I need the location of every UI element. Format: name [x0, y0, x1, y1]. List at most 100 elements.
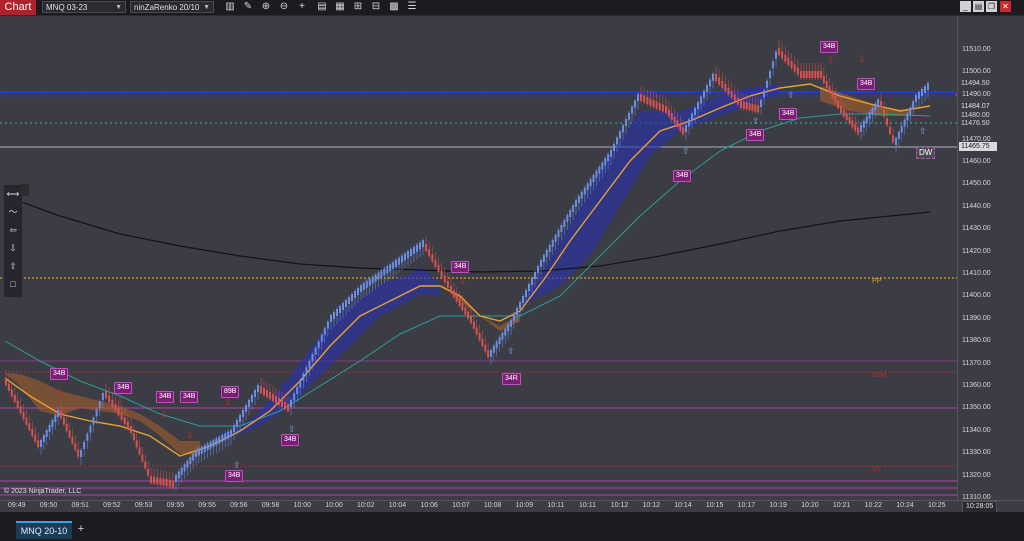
freehand-icon[interactable]: 〜: [4, 203, 22, 221]
pencil-icon[interactable]: ✎: [242, 1, 254, 13]
bar-type-selector[interactable]: ninZaRenko 20/10 ▼: [130, 1, 214, 13]
arrow-down-icon[interactable]: ⇩: [4, 239, 22, 257]
close-button[interactable]: ✕: [1000, 1, 1011, 12]
time-tick-label: 10:14: [674, 502, 692, 509]
indicators-icon[interactable]: ⊟: [370, 1, 382, 13]
sell-arrow-icon: ⇩: [858, 54, 866, 64]
time-tick-label: 09:55: [198, 502, 216, 509]
crosshair-icon[interactable]: +: [296, 1, 308, 13]
buy-arrow-icon: ⇧: [752, 116, 760, 126]
time-tick-label: 10:17: [737, 502, 756, 509]
chevron-down-icon: ▼: [115, 4, 122, 11]
data-box-icon[interactable]: ▤: [316, 1, 328, 13]
price-tick-label: 11370.00: [962, 359, 991, 367]
time-tick-label: 10:00: [325, 502, 343, 509]
signal-label: 34B: [156, 391, 175, 403]
time-axis[interactable]: 09:49 09:50 09:51 09:52 09:53 09:55 09:55 09:56…: [0, 500, 1024, 513]
time-tick-label: 10:02: [356, 502, 375, 509]
time-tick-label: 10:06: [420, 502, 438, 509]
ruler-icon[interactable]: ⟷: [4, 185, 22, 203]
time-tick-label: 09:53: [134, 502, 153, 509]
toolbar-grip[interactable]: [21, 184, 29, 196]
buy-arrow-icon: ⇧: [507, 346, 515, 356]
signal-label: 34B: [673, 170, 692, 182]
price-flag: 11465.75: [959, 142, 997, 151]
price-tick-label: 11510.00: [962, 46, 991, 53]
price-tick-label: 11420.00: [962, 247, 991, 255]
price-tick-label: 11440.00: [962, 202, 991, 210]
price-tick-label: 11390.00: [962, 314, 991, 322]
signal-label: 34B: [180, 391, 199, 403]
arrow-left-icon[interactable]: ⇦: [4, 221, 22, 239]
window-list-button[interactable]: ▤: [973, 1, 984, 12]
time-tick-label: 09:56: [230, 502, 248, 509]
buy-arrow-icon: ⇧: [919, 126, 927, 136]
drawing-side-toolbar: ⟷ 〜 ⇦ ⇩ ⇧ □: [3, 184, 23, 298]
sell-arrow-icon: ⇩: [459, 276, 467, 286]
time-tick-label: 10:04: [388, 502, 407, 509]
price-tick-label: 11320.00: [962, 471, 991, 479]
chart-style-icon[interactable]: ▦: [334, 1, 346, 13]
sell-arrow-icon: ⇩: [116, 396, 124, 406]
time-tick-label: 10:25: [928, 502, 946, 509]
time-tick-label: 10:24: [896, 502, 914, 509]
bars-icon[interactable]: ▥: [224, 1, 236, 13]
trend-ribbon-up: [520, 84, 780, 306]
signal-label: 34B: [281, 434, 300, 446]
price-tick-label: 11400.00: [962, 292, 991, 300]
signal-label: 34B: [451, 261, 470, 273]
trend-ribbon-down: [5, 373, 200, 456]
strategies-icon[interactable]: ▩: [388, 1, 400, 13]
buy-arrow-icon: ⇧: [682, 146, 690, 156]
zoom-out-icon[interactable]: ⊖: [278, 1, 290, 13]
price-tick-label: 11410.00: [962, 270, 991, 277]
buy-arrow-icon: ⇧: [787, 90, 795, 100]
time-tick-label: 09:52: [103, 502, 121, 509]
time-tick-label: 10:19: [769, 502, 787, 509]
time-tick-label: 09:58: [261, 502, 280, 509]
chevron-down-icon: ▼: [203, 4, 210, 11]
time-tick-label: 10:12: [610, 502, 629, 509]
top-toolbar: Chart MNQ 03-23 ▼ ninZaRenko 20/10 ▼ ▥ ✎…: [0, 0, 1024, 16]
minimize-button[interactable]: _: [960, 1, 971, 12]
bar-type-selector-value: ninZaRenko 20/10: [134, 3, 200, 12]
time-tick-label: 10:11: [547, 502, 565, 509]
price-axis[interactable]: 11510.0011500.0011490.0011480.0011470.00…: [957, 16, 1024, 501]
arrow-up-icon[interactable]: ⇧: [4, 257, 22, 275]
price-flag: 11494.50: [959, 79, 997, 88]
instrument-selector[interactable]: MNQ 03-23 ▼: [42, 1, 126, 13]
s1-level-label: S1: [872, 466, 881, 473]
signal-label: 89B: [221, 386, 240, 398]
price-tick-label: 11500.00: [962, 68, 991, 76]
zoom-in-icon[interactable]: ⊕: [260, 1, 272, 13]
price-tick-label: 11330.00: [962, 449, 991, 457]
signal-label: 34B: [746, 129, 765, 141]
price-flag: 11484.07: [959, 102, 997, 111]
time-tick-label: 10:00: [293, 502, 312, 509]
time-tick-label: 10:21: [832, 502, 851, 509]
chart-title-tab[interactable]: Chart: [0, 0, 36, 15]
instrument-tab[interactable]: MNQ 20-10: [16, 521, 72, 539]
buy-arrow-icon: ⇧: [288, 424, 296, 434]
price-tick-label: 11450.00: [962, 180, 991, 188]
price-tick-label: 11350.00: [962, 404, 991, 412]
time-tick-label: 10:11: [579, 502, 597, 509]
properties-icon[interactable]: ☰: [406, 1, 418, 13]
time-tick-label: 10:12: [642, 502, 660, 509]
price-tick-label: 11430.00: [962, 225, 991, 233]
price-chart[interactable]: ⇩ ⇩ ⇩ ⇩ ⇩ ⇧ ⇧ ⇩ ⇧ ⇧ ⇧ ⇧ ⇩ ⇩ ⇧: [0, 16, 957, 500]
sell-arrow-icon: ⇩: [160, 410, 168, 420]
sell-arrow-icon: ⇩: [224, 397, 232, 407]
time-tick-label: 09:51: [71, 502, 89, 509]
add-tab-button[interactable]: +: [74, 521, 88, 537]
restore-button[interactable]: ❐: [986, 1, 997, 12]
dw-label: DW: [916, 147, 936, 159]
sell-arrow-icon: ⇩: [827, 55, 835, 65]
rectangle-icon[interactable]: □: [4, 275, 22, 293]
drawing-tools-icon[interactable]: ⊞: [352, 1, 364, 13]
bottom-tab-bar: MNQ 20-10 +: [0, 512, 1024, 541]
time-tick-label: 10:15: [705, 502, 724, 509]
chart-panel[interactable]: ⇩ ⇩ ⇩ ⇩ ⇩ ⇧ ⇧ ⇩ ⇧ ⇧ ⇧ ⇧ ⇩ ⇩ ⇧ 34B 34B 34…: [0, 16, 957, 500]
time-tick-label: 09:50: [39, 502, 58, 509]
price-tick-label: 11340.00: [962, 426, 991, 434]
